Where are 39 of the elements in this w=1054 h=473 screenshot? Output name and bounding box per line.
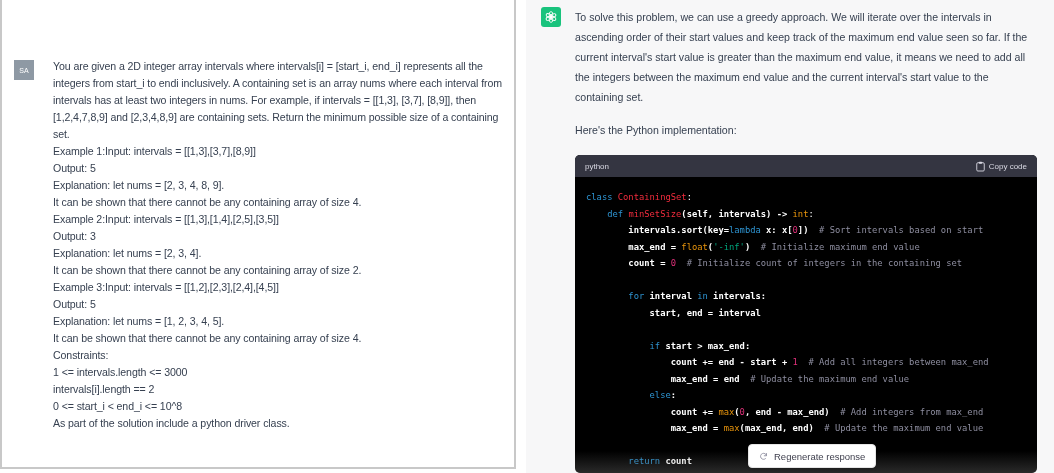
message-text: Explanation: let nums = [1, 2, 3, 4, 5].: [53, 314, 226, 329]
clipboard-icon: [975, 160, 985, 172]
code-line: max_end = end # Update the maximum end value: [669, 372, 910, 386]
copy-code-button[interactable]: Copy code: [975, 160, 1027, 172]
code-line: return count: [627, 455, 692, 468]
message-text: As part of the solution include a python driver class.: [53, 416, 291, 431]
message-text: Example 3:Input: intervals = [[1,2],[2,3],[2,4],[4,5]]: [53, 280, 280, 295]
code-line: start, end = interval: [648, 306, 761, 320]
code-line: class ContainingSet:: [586, 191, 692, 204]
message-text: Constraints:: [53, 348, 110, 363]
code-line: count += max(0, end - max_end) # Add integers from max_end: [669, 405, 984, 419]
code-line: else:: [648, 389, 677, 402]
message-text: Explanation: let nums = [2, 3, 4].: [53, 246, 203, 261]
message-text: Example 2:Input: intervals = [[1,3],[1,4],[2,5],[3,5]]: [53, 212, 280, 227]
response-text: To solve this problem, we can use a greedy approach. We will iterate over the intervals in ascending order of their start values and keep track of the maximum end value seen so far. If the current interval's start value is greater than the maximum end value, it means we need to add all the integers between the maximum end value and the current interval's start value to the containing set.: [575, 10, 1029, 105]
message-text: intervals[i].length == 2: [53, 382, 156, 397]
message-text: It can be shown that there cannot be any containing array of size 4.: [53, 195, 363, 210]
refresh-icon: [759, 451, 768, 461]
regenerate-button[interactable]: Regenerate response: [748, 444, 877, 468]
message-text: You are given a 2D integer array intervals where intervals[i] = [start_i, end_i] represents all the integers from start_i to endi inclusively. A containing set is an array nums where each interval from intervals has at least two integers in nums. For example, if intervals = [[1,3], [3,7], [8,9]], then [1,2,4,7,8,9] and [2,3,4,8,9] are containing sets. Return the minimum possible size of a containing set.: [53, 59, 503, 142]
language-label: python: [585, 161, 610, 171]
message-text: Output: 3: [53, 229, 97, 244]
message-text: It can be shown that there cannot be any containing array of size 4.: [53, 331, 363, 346]
code-line: max_end = float('-inf') # Initialize maximum end value: [627, 240, 920, 254]
code-line: if start > max_end:: [648, 339, 751, 353]
code-line: for interval in intervals:: [627, 290, 767, 303]
code-line: def minSetSize(self, intervals) -> int:: [606, 207, 814, 221]
message-text: Output: 5: [53, 297, 97, 312]
message-text: 1 <= intervals.length <= 3000: [53, 365, 189, 380]
message-text: 0 <= start_i < end_i <= 10^8: [53, 399, 184, 414]
code-line: count = 0 # Initialize count of integers in the containing set: [627, 257, 963, 270]
response-text: Here's the Python implementation:: [575, 123, 738, 138]
code-line: max_end = max(max_end, end) # Update the maximum end value: [669, 422, 984, 435]
message-text: It can be shown that there cannot be any containing array of size 2.: [53, 263, 363, 278]
message-text: Example 1:Input: intervals = [[1,3],[3,7],[8,9]]: [53, 144, 257, 159]
message-text: Explanation: let nums = [2, 3, 4, 8, 9].: [53, 178, 226, 193]
message-text: Output: 5: [53, 161, 97, 176]
code-line: intervals.sort(key=lambda x: x[0]) # Sort intervals based on start: [627, 224, 984, 237]
code-line: count += end - start + 1 # Add all integers between max_end: [669, 356, 989, 369]
